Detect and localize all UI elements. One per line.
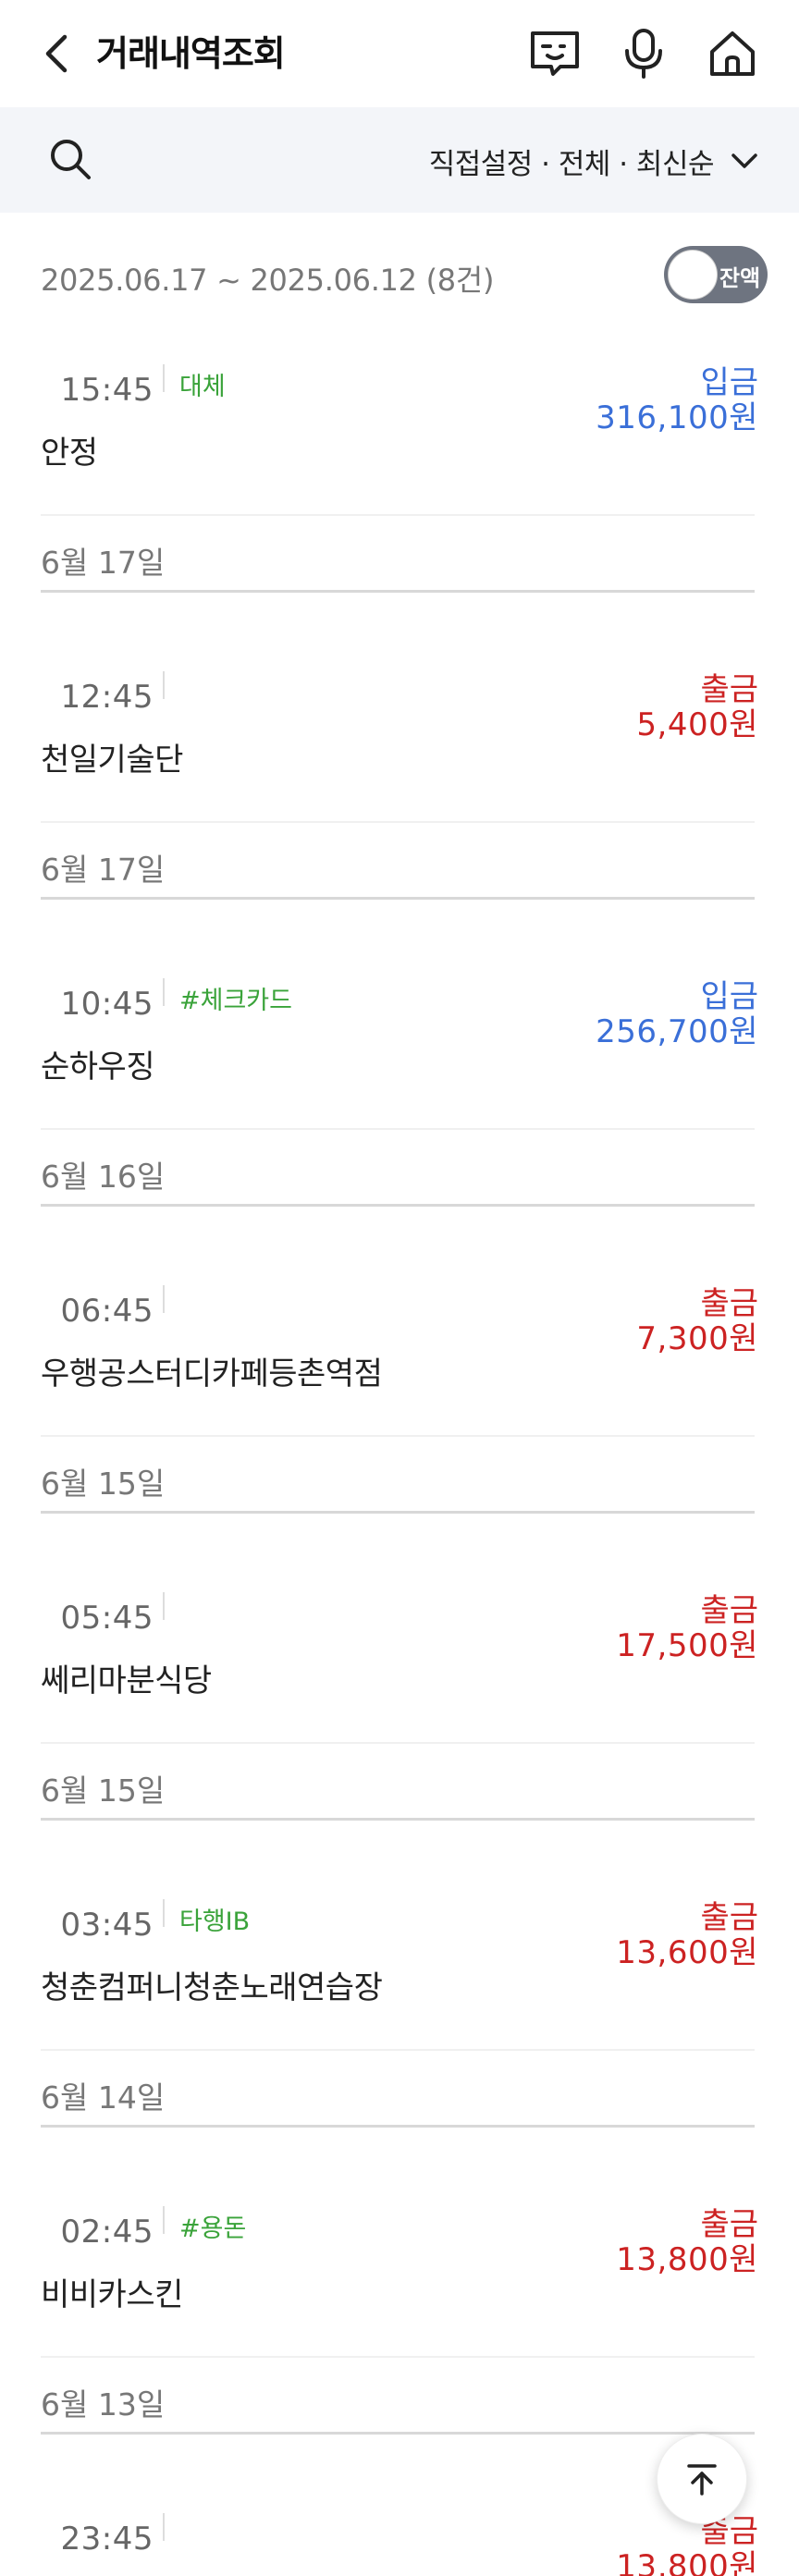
date-divider bbox=[41, 1511, 755, 1514]
transaction-name: 안정 bbox=[41, 435, 98, 472]
date-range-row: 2025.06.17 ~ 2025.06.12 (8건) 잔액 bbox=[0, 213, 799, 342]
transaction-name: 순하우징 bbox=[41, 1049, 155, 1086]
chevron-down-icon bbox=[731, 153, 757, 168]
transaction-row[interactable]: 12:45 천일기술단 출금 5,400원 bbox=[0, 658, 799, 825]
filter-select[interactable]: 직접설정 · 전체 · 최신순 bbox=[429, 135, 758, 187]
balance-toggle[interactable]: 잔액 bbox=[664, 246, 768, 303]
date-label: 6월 13일 bbox=[41, 2386, 166, 2423]
microphone-icon bbox=[625, 29, 662, 79]
transaction-time: 06:45 bbox=[60, 1293, 154, 1330]
transaction-time: 15:45 bbox=[60, 372, 154, 409]
row-separator bbox=[41, 2356, 755, 2358]
date-label: 6월 16일 bbox=[41, 1159, 166, 1195]
transaction-time: 10:45 bbox=[60, 986, 154, 1023]
transaction-time: 05:45 bbox=[60, 1600, 154, 1637]
transaction-memo: 타행IB bbox=[179, 1907, 251, 1936]
transaction-memo: #체크카드 bbox=[179, 987, 292, 1015]
transaction-amount: 5,400원 bbox=[636, 706, 758, 743]
row-separator bbox=[41, 514, 755, 516]
balance-toggle-label: 잔액 bbox=[719, 265, 761, 291]
home-icon bbox=[710, 31, 755, 76]
transaction-name: 천일기술단 bbox=[41, 742, 183, 779]
time-divider bbox=[163, 1592, 165, 1620]
voice-search-button[interactable] bbox=[614, 24, 673, 83]
time-divider bbox=[163, 1899, 165, 1927]
transaction-row[interactable]: 02:45 #용돈 비비카스킨 출금 13,800원 bbox=[0, 2193, 799, 2360]
row-separator bbox=[41, 1435, 755, 1437]
date-divider bbox=[41, 2125, 755, 2128]
transaction-name: 우행공스터디카페등촌역점 bbox=[41, 1355, 383, 1392]
transaction-amount: 13,800원 bbox=[616, 2548, 758, 2576]
transaction-name: 비비카스킨 bbox=[41, 2276, 183, 2313]
date-divider bbox=[41, 897, 755, 900]
date-label: 6월 17일 bbox=[41, 852, 166, 888]
search-button[interactable] bbox=[43, 131, 98, 187]
date-divider bbox=[41, 1818, 755, 1821]
transaction-amount: 7,300원 bbox=[636, 1320, 758, 1357]
date-divider bbox=[41, 2432, 755, 2435]
arrow-up-icon bbox=[687, 2464, 717, 2496]
date-label: 6월 14일 bbox=[41, 2079, 166, 2116]
transaction-name: 청춘컴퍼니청춘노래연습장 bbox=[41, 1969, 383, 2006]
date-header: 6월 17일 bbox=[0, 845, 799, 901]
date-label: 6월 17일 bbox=[41, 545, 166, 581]
chatbot-button[interactable] bbox=[525, 24, 584, 83]
transaction-name: 쎄리마분식당 bbox=[41, 1662, 212, 1699]
date-header: 6월 15일 bbox=[0, 1459, 799, 1515]
date-header: 6월 14일 bbox=[0, 2073, 799, 2128]
date-header: 6월 13일 bbox=[0, 2380, 799, 2435]
filter-label: 직접설정 · 전체 · 최신순 bbox=[428, 147, 715, 181]
transaction-row[interactable]: 03:45 타행IB 청춘컴퍼니청춘노래연습장 출금 13,600원 bbox=[0, 1886, 799, 2053]
date-range-summary: 2025.06.17 ~ 2025.06.12 (8건) bbox=[41, 263, 495, 298]
row-separator bbox=[41, 821, 755, 823]
search-icon bbox=[51, 140, 91, 179]
date-label: 6월 15일 bbox=[41, 1466, 166, 1502]
transaction-amount: 256,700원 bbox=[596, 1013, 758, 1050]
app-header: 거래내역조회 bbox=[0, 0, 799, 107]
row-separator bbox=[41, 1128, 755, 1130]
scroll-top-button[interactable] bbox=[657, 2434, 747, 2524]
transaction-amount: 316,100원 bbox=[596, 399, 758, 436]
page-title: 거래내역조회 bbox=[96, 33, 286, 74]
date-divider bbox=[41, 1204, 755, 1207]
row-separator bbox=[41, 1742, 755, 1744]
transaction-amount: 17,500원 bbox=[616, 1627, 758, 1664]
time-divider bbox=[163, 364, 165, 392]
transaction-time: 03:45 bbox=[60, 1907, 154, 1944]
time-divider bbox=[163, 671, 165, 699]
chatbot-icon bbox=[531, 31, 579, 76]
transaction-amount: 13,800원 bbox=[616, 2241, 758, 2278]
date-header: 6월 17일 bbox=[0, 538, 799, 594]
transaction-time: 12:45 bbox=[60, 679, 154, 716]
date-divider bbox=[41, 590, 755, 593]
transaction-time: 02:45 bbox=[60, 2214, 154, 2251]
transaction-memo: #용돈 bbox=[179, 2214, 247, 2243]
transaction-memo: 대체 bbox=[179, 373, 226, 401]
filter-bar: 직접설정 · 전체 · 최신순 bbox=[0, 107, 799, 213]
transaction-amount: 13,600원 bbox=[616, 1934, 758, 1971]
transaction-row[interactable]: 05:45 쎄리마분식당 출금 17,500원 bbox=[0, 1579, 799, 1746]
transaction-row[interactable]: 06:45 우행공스터디카페등촌역점 출금 7,300원 bbox=[0, 1272, 799, 1439]
back-button[interactable] bbox=[33, 28, 81, 80]
date-header: 6월 16일 bbox=[0, 1152, 799, 1208]
time-divider bbox=[163, 978, 165, 1006]
date-header: 6월 15일 bbox=[0, 1766, 799, 1822]
date-label: 6월 15일 bbox=[41, 1773, 166, 1809]
transaction-row[interactable]: 10:45 #체크카드 순하우징 입금 256,700원 bbox=[0, 965, 799, 1132]
time-divider bbox=[163, 1285, 165, 1313]
time-divider bbox=[163, 2206, 165, 2234]
transaction-row[interactable]: 15:45 대체 안정 입금 316,100원 bbox=[0, 351, 799, 518]
home-button[interactable] bbox=[703, 24, 762, 83]
back-icon bbox=[45, 34, 68, 73]
toggle-knob bbox=[668, 250, 718, 300]
transaction-time: 23:45 bbox=[60, 2521, 154, 2558]
time-divider bbox=[163, 2513, 165, 2541]
row-separator bbox=[41, 2049, 755, 2051]
